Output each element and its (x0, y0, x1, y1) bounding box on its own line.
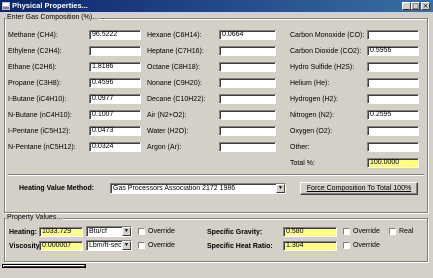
force-composition-button[interactable]: Force Composition To Total 100% (300, 182, 418, 195)
gas-composition-group-label: Enter Gas Composition (%)... (6, 14, 100, 22)
heptane-field[interactable] (219, 46, 276, 56)
specific-gravity-field[interactable]: 0.580 (283, 227, 337, 237)
separator (8, 174, 424, 176)
carbon-dioxide-label: Carbon Dioxide (CO2): (290, 48, 362, 55)
property-values-group (4, 218, 428, 262)
title-bar: Physical Properties... _ □ × (0, 0, 433, 12)
heating-method-select[interactable]: Gas Processors Association 2172 1986 ▼ (110, 183, 286, 194)
specific-heat-label: Specific Heat Ratio: (207, 243, 273, 250)
specific-heat-field[interactable]: 1.304 (283, 241, 337, 251)
heating-method-label: Heating Value Method: (19, 185, 95, 192)
air-label: Air (N2+O2): (147, 112, 187, 119)
ethane-label: Ethane (C2H6): (8, 64, 57, 71)
hydrogen-field[interactable] (367, 94, 419, 104)
viscosity-label: Viscosity: (9, 243, 42, 250)
maximize-icon[interactable]: □ (411, 2, 420, 10)
viscosity-override-label: Override (148, 242, 175, 249)
propane-field[interactable]: 0.4596 (89, 78, 141, 88)
heating-label: Heating: (9, 229, 37, 236)
hexane-label: Hexane (C6H14): (147, 32, 202, 39)
close-icon[interactable]: × (421, 2, 430, 10)
methane-field[interactable]: 96.5222 (89, 30, 141, 40)
specific-gravity-override-label: Override (353, 228, 380, 235)
heating-method-value: Gas Processors Association 2172 1986 (113, 185, 236, 192)
viscosity-value-field[interactable]: 0.000007 (39, 241, 83, 251)
hydro-sulfide-field[interactable] (367, 62, 419, 72)
viscosity-override-checkbox[interactable] (138, 242, 145, 249)
carbon-dioxide-field[interactable]: 0.5956 (367, 46, 419, 56)
decane-field[interactable] (219, 94, 276, 104)
heating-value-field[interactable]: 1033.729 (39, 227, 83, 237)
nonane-label: Nonane (C9H20): (147, 80, 202, 87)
carbon-monoxide-field[interactable] (367, 30, 419, 40)
specific-gravity-override-checkbox[interactable] (343, 228, 350, 235)
property-values-group-label: Property Values... (6, 214, 64, 222)
other-field[interactable] (367, 142, 419, 152)
heptane-label: Heptane (C7H16): (147, 48, 204, 55)
oxygen-field[interactable] (367, 126, 419, 136)
n-pentane-label: N-Pentane (nC5H12): (8, 144, 76, 151)
specific-heat-override-checkbox[interactable] (343, 242, 350, 249)
n-butane-label: N-Butane (nC4H10): (8, 112, 72, 119)
octane-field[interactable] (219, 62, 276, 72)
total-label: Total %: (290, 160, 315, 167)
heating-override-label: Override (148, 228, 175, 235)
i-butane-label: I-Butane (iC4H10): (8, 96, 67, 103)
air-field[interactable] (219, 110, 276, 120)
hydrogen-label: Hydrogen (H2): (290, 96, 338, 103)
minimize-icon[interactable]: _ (402, 2, 411, 10)
n-butane-field[interactable]: 0.1007 (89, 110, 141, 120)
hexane-field[interactable]: 0.0664 (219, 30, 276, 40)
i-pentane-label: I-Pentane (iC5H12): (8, 128, 71, 135)
decane-label: Decane (C10H22): (147, 96, 206, 103)
force-composition-label: Force Composition To Total 100% (306, 185, 412, 192)
oxygen-label: Oxygen (O2): (290, 128, 333, 135)
total-field: 100.0000 (367, 158, 419, 168)
nonane-field[interactable] (219, 78, 276, 88)
helium-field[interactable] (367, 78, 419, 88)
specific-heat-override-label: Override (353, 242, 380, 249)
dropdown-arrow-icon[interactable]: ▼ (122, 227, 131, 236)
octane-label: Octane (C8H18): (147, 64, 200, 71)
water-label: Water (H2O): (147, 128, 189, 135)
propane-label: Propane (C3H8): (8, 80, 61, 87)
real-label: Real (399, 228, 414, 235)
viscosity-unit-select[interactable]: Lbm/ft-sec ▼ (86, 240, 132, 251)
n-pentane-field[interactable]: 0.0324 (89, 142, 141, 152)
other-label: Other: (290, 144, 310, 151)
argon-field[interactable] (219, 142, 276, 152)
spacer (2, 264, 86, 268)
specific-gravity-label: Specific Gravity: (207, 229, 263, 236)
dropdown-arrow-icon[interactable]: ▼ (122, 241, 131, 250)
dropdown-arrow-icon[interactable]: ▼ (276, 184, 285, 193)
water-field[interactable] (219, 126, 276, 136)
ethylene-field[interactable] (89, 46, 141, 56)
physical-properties-window: Physical Properties... _ □ × Enter Gas C… (0, 0, 433, 278)
helium-label: Helium (He): (290, 80, 330, 87)
nitrogen-field[interactable]: 0.2595 (367, 110, 419, 120)
ethylene-label: Ethylene (C2H4): (8, 48, 62, 55)
nitrogen-label: Nitrogen (N2): (290, 112, 334, 119)
methane-label: Methane (CH4): (8, 32, 58, 39)
heating-unit-value: Btu/cf (89, 228, 107, 235)
ethane-field[interactable]: 1.8186 (89, 62, 141, 72)
carbon-monoxide-label: Carbon Monoxide (CO): (290, 32, 365, 39)
heating-unit-select[interactable]: Btu/cf ▼ (86, 226, 132, 237)
window-title: Physical Properties... (12, 1, 88, 10)
app-icon (2, 2, 10, 10)
hydro-sulfide-label: Hydro Sulfide (H2S): (290, 64, 355, 71)
i-butane-field[interactable]: 0.0977 (89, 94, 141, 104)
real-checkbox[interactable] (389, 228, 396, 235)
viscosity-unit-value: Lbm/ft-sec (89, 242, 122, 249)
i-pentane-field[interactable]: 0.0473 (89, 126, 141, 136)
argon-label: Argon (Ar): (147, 144, 182, 151)
heating-override-checkbox[interactable] (138, 228, 145, 235)
